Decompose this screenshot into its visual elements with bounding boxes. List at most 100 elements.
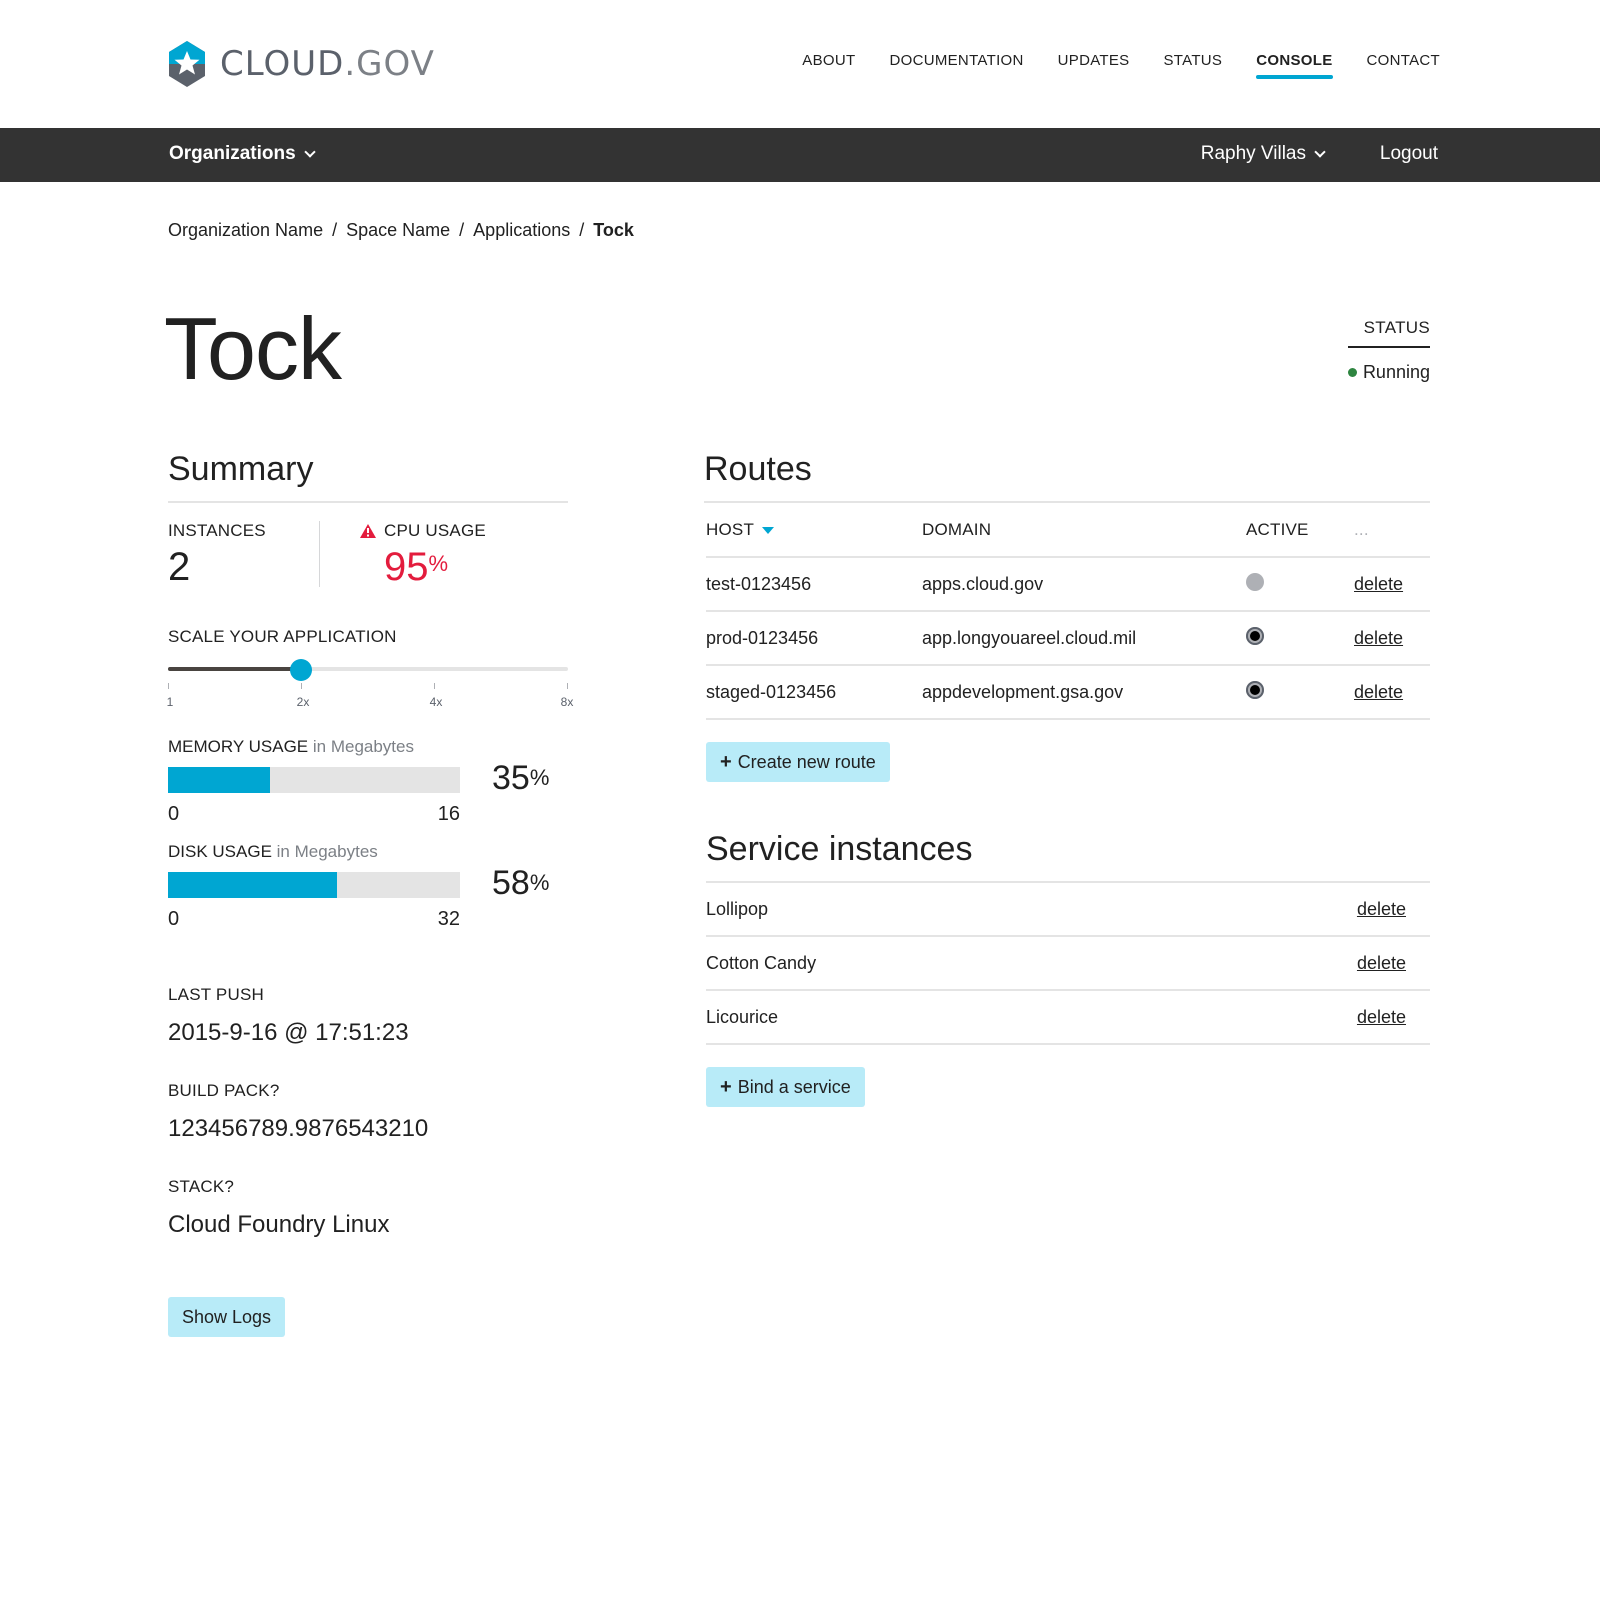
nav-contact[interactable]: CONTACT [1367,52,1440,79]
cpu-unit: % [428,551,449,576]
breadcrumb-space[interactable]: Space Name [346,220,450,241]
disk-percent-unit: % [529,870,550,895]
page-title: Tock [164,299,342,398]
show-logs-button[interactable]: Show Logs [168,1297,286,1337]
build-pack-label: BUILD PACK? [168,1081,280,1100]
list-item: Licourice delete [706,991,1430,1045]
nav-console[interactable]: CONSOLE [1256,52,1333,79]
domain-column-header: DOMAIN [922,503,1246,558]
breadcrumb-separator: / [332,220,338,240]
table-row: prod-0123456 app.longyouareel.cloud.mil … [706,611,1430,666]
route-domain: apps.cloud.gov [922,557,1246,612]
cpu-metric: CPU USAGE 95% [320,521,486,590]
nav-status[interactable]: STATUS [1163,52,1222,79]
site-header: CLOUD.GOV ABOUT DOCUMENTATION UPDATES ST… [0,0,1600,128]
route-action: delete [1354,557,1430,612]
user-dropdown[interactable]: Raphy Villas [1200,143,1326,165]
memory-min: 0 [168,803,180,825]
delete-link[interactable]: delete [1357,899,1406,920]
delete-link[interactable]: delete [1354,682,1403,702]
create-route-button[interactable]: + Create new route [706,742,890,782]
app-status: STATUS Running [1348,318,1430,383]
slider-fill [168,667,301,671]
disk-label-text: DISK USAGE [168,842,272,861]
active-radio[interactable] [1246,680,1264,699]
active-radio[interactable] [1246,572,1264,591]
routes-section: Routes HOST DOMAIN ACTIVE ... test-01234… [704,450,1430,782]
memory-usage-label: MEMORY USAGE in Megabytes [168,737,568,757]
service-name: Cotton Candy [706,952,817,973]
delete-link[interactable]: delete [1357,953,1406,974]
list-item: Lollipop delete [706,883,1430,937]
nav-updates[interactable]: UPDATES [1058,52,1130,79]
bind-service-label: Bind a service [737,1076,851,1097]
memory-unit-text: in Megabytes [312,737,414,756]
instances-metric: INSTANCES 2 [168,521,320,589]
disk-usage: DISK USAGE in Megabytes 0 32 58% [168,842,568,931]
breadcrumb-applications[interactable]: Applications [473,220,570,241]
bind-service-button[interactable]: + Bind a service [706,1067,865,1107]
service-name: Licourice [706,1006,779,1027]
nav-documentation[interactable]: DOCUMENTATION [889,52,1023,79]
slider-thumb[interactable] [290,659,312,681]
breadcrumb-organization[interactable]: Organization Name [168,220,323,241]
routes-header-row: HOST DOMAIN ACTIVE ... [706,503,1430,558]
disk-percent: 58% [492,864,549,903]
memory-percent-number: 35 [492,759,530,797]
memory-label-text: MEMORY USAGE [168,737,309,756]
active-column-header: ACTIVE [1246,503,1354,558]
active-radio[interactable] [1246,626,1264,645]
breadcrumb-separator: / [459,220,465,240]
disk-axis: 0 32 [168,908,460,931]
create-route-label: Create new route [737,751,876,772]
tick-label-8x: 8x [560,695,574,709]
delete-link[interactable]: delete [1354,574,1403,594]
scale-label: SCALE YOUR APPLICATION [168,627,397,646]
stack: STACK? Cloud Foundry Linux [168,1177,568,1239]
slider-tick [567,683,568,689]
breadcrumb-current: Tock [593,220,634,240]
nav-about[interactable]: ABOUT [802,52,855,79]
warning-icon [360,524,376,538]
host-column-header[interactable]: HOST [706,503,922,558]
sort-down-icon[interactable] [762,526,775,534]
summary-section: Summary INSTANCES 2 CPU USAGE 95% SCALE … [166,450,573,1337]
route-active [1246,557,1354,612]
cpu-label-row: CPU USAGE [360,521,486,541]
list-item: Cotton Candy delete [706,937,1430,991]
plus-icon: + [720,1075,732,1098]
last-push-value: 2015-9-16 @ 17:51:23 [168,1019,409,1046]
services-section: Service instances Lollipop delete Cotton… [706,830,1430,1107]
tick-label-1: 1 [166,695,174,709]
route-domain: app.longyouareel.cloud.mil [922,611,1246,666]
memory-percent-unit: % [529,765,550,790]
summary-title: Summary [168,450,568,503]
delete-link[interactable]: delete [1357,1007,1406,1028]
delete-link[interactable]: delete [1354,628,1403,648]
organizations-dropdown[interactable]: Organizations [169,143,316,165]
status-text: Running [1362,362,1430,382]
route-host: staged-0123456 [706,665,922,720]
services-title: Service instances [706,830,1430,883]
route-action: delete [1354,665,1430,720]
disk-unit-text: in Megabytes [276,842,378,861]
chevron-down-icon [304,145,316,158]
slider-tick [434,683,435,689]
instances-value: 2 [168,545,191,589]
breadcrumb: Organization Name / Space Name / Applica… [168,220,634,241]
table-row: staged-0123456 appdevelopment.gsa.gov de… [706,665,1430,720]
logout-link[interactable]: Logout [1380,143,1438,165]
site-logo[interactable]: CLOUD.GOV [168,40,435,88]
breadcrumb-separator: / [579,220,585,240]
slider-tick [168,683,169,689]
route-action: delete [1354,611,1430,666]
tick-label-4x: 4x [429,695,443,709]
last-push-label: LAST PUSH [168,985,264,1004]
top-navigation: ABOUT DOCUMENTATION UPDATES STATUS CONSO… [768,52,1440,79]
route-host: prod-0123456 [706,611,922,666]
cpu-value: 95% [384,545,486,590]
user-name: Raphy Villas [1200,143,1306,164]
routes-table: HOST DOMAIN ACTIVE ... test-0123456 apps… [706,503,1430,720]
scale-slider[interactable]: 1 2x 4x 8x [166,659,573,709]
route-host: test-0123456 [706,557,922,612]
